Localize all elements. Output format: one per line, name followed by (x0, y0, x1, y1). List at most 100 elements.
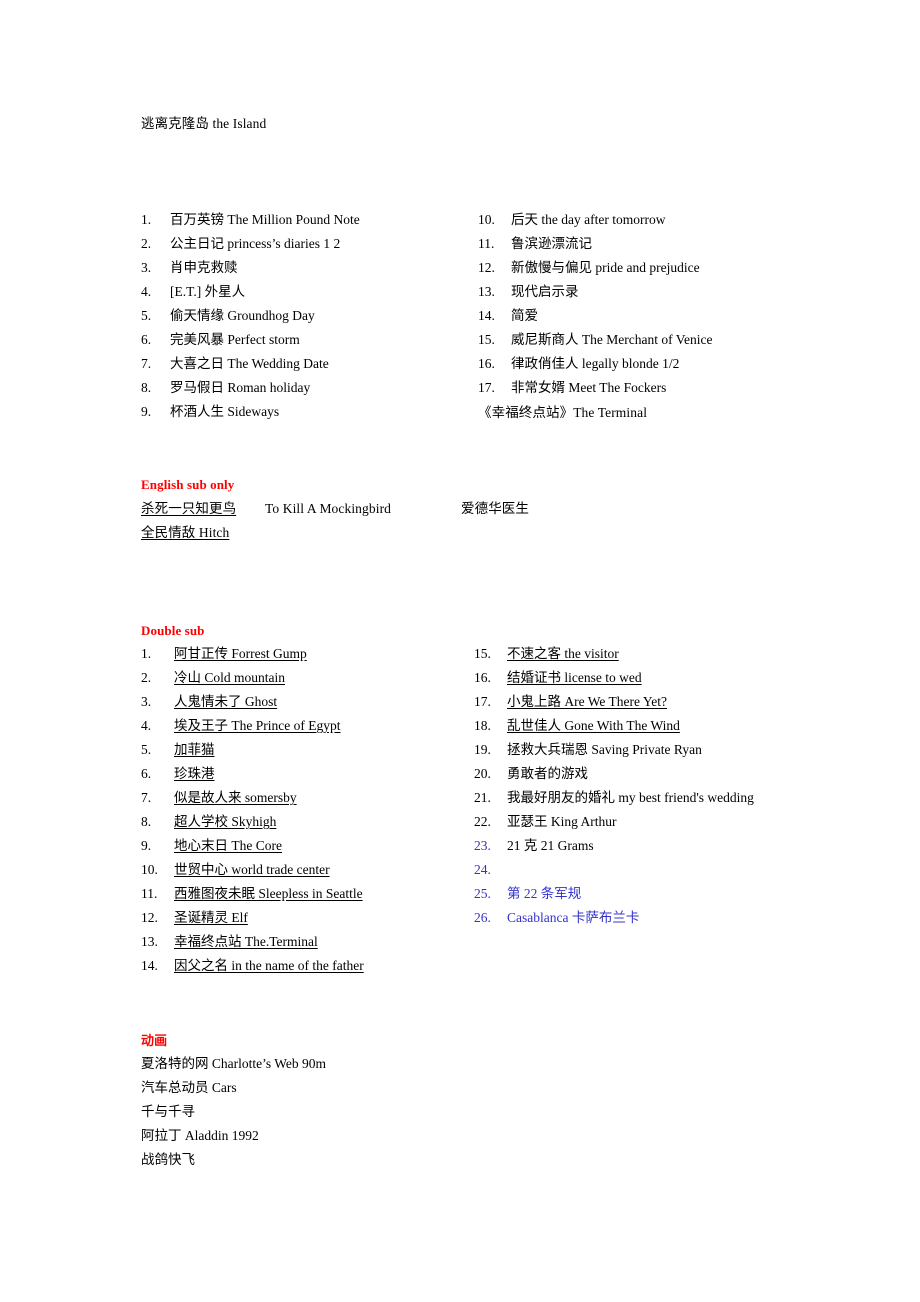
list-item-label: 百万英镑 The Million Pound Note (170, 212, 360, 227)
list-item-label: 第 22 条军规 (507, 886, 582, 901)
list-item: 1. 阿甘正传 Forrest Gump (141, 646, 307, 662)
english-sub-row1-title-extra: 爱德华医生 (461, 501, 529, 516)
animation-heading: 动画 (141, 1033, 168, 1048)
list-item: 17. 小鬼上路 Are We There Yet? (474, 694, 667, 710)
list-item: 6. 珍珠港 (141, 766, 215, 782)
list-item-number: 3. (141, 694, 152, 709)
list-item-number: 9. (141, 404, 152, 419)
list-item: 26. Casablanca 卡萨布兰卡 (474, 910, 639, 926)
list-item-number: 11. (141, 886, 158, 901)
list-item-number: 14. (141, 958, 158, 973)
list-item-number: 25. (474, 886, 491, 901)
list-item-label: 因父之名 in the name of the father (174, 958, 364, 973)
list-item-label: 埃及王子 The Prince of Egypt (174, 718, 341, 733)
list-item-label: 非常女婿 Meet The Fockers (511, 380, 667, 395)
list-item: 3. 肖申克救赎 (141, 260, 238, 276)
list-item-number: 18. (474, 718, 491, 733)
list-item-number: 6. (141, 766, 152, 781)
list-item: 23. 21 克 21 Grams (474, 838, 594, 854)
list-item-label: 阿甘正传 Forrest Gump (174, 646, 307, 661)
list-item: 14. 简爱 (478, 308, 538, 324)
list-item: 8. 罗马假日 Roman holiday (141, 380, 310, 396)
list-item: 5. 加菲猫 (141, 742, 215, 758)
list-item-label: 人鬼情未了 Ghost (174, 694, 278, 709)
list-item-label: 战鸽快飞 (141, 1152, 195, 1167)
list-item: 15. 威尼斯商人 The Merchant of Venice (478, 332, 712, 348)
list-item-label: 勇敢者的游戏 (507, 766, 588, 781)
list-item: 22. 亚瑟王 King Arthur (474, 814, 617, 830)
list-item: 夏洛特的网 Charlotte’s Web 90m (141, 1056, 326, 1072)
list-item-number: 15. (478, 332, 495, 347)
list-item-number: 1. (141, 212, 152, 227)
list-item-number: 12. (478, 260, 495, 275)
list-item: 4. 埃及王子 The Prince of Egypt (141, 718, 340, 734)
main-list-trailing-line: 《幸福终点站》The Terminal (478, 405, 648, 420)
list-item: 12. 圣诞精灵 Elf (141, 910, 248, 926)
list-item: 7. 大喜之日 The Wedding Date (141, 356, 329, 372)
english-sub-row1-title-en: To Kill A Mockingbird (265, 501, 392, 516)
list-item-label: 罗马假日 Roman holiday (170, 380, 311, 395)
list-item-number: 14. (478, 308, 495, 323)
list-item-number: 22. (474, 814, 491, 829)
list-item-number: 20. (474, 766, 491, 781)
list-item-number: 17. (478, 380, 495, 395)
list-item: 6. 完美风暴 Perfect storm (141, 332, 300, 348)
list-item: 汽车总动员 Cars (141, 1080, 237, 1096)
list-item-label: 圣诞精灵 Elf (174, 910, 248, 925)
list-item-label: 加菲猫 (174, 742, 215, 757)
english-sub-heading: English sub only (141, 477, 235, 492)
list-item-label: 似是故人来 somersby (174, 790, 297, 805)
list-item-number: 5. (141, 308, 152, 323)
list-item-label: 后天 the day after tomorrow (511, 212, 666, 227)
list-item-label: 公主日记 princess’s diaries 1 2 (170, 236, 341, 251)
list-item-label: 21 克 21 Grams (507, 838, 594, 853)
list-item-label: 鲁滨逊漂流记 (511, 236, 592, 251)
list-item-label: 新傲慢与偏见 pride and prejudice (511, 260, 700, 275)
list-item-number: 12. (141, 910, 158, 925)
list-item-number: 2. (141, 670, 152, 685)
list-item: 5. 偷天情缘 Groundhog Day (141, 308, 315, 324)
list-item-label: 现代启示录 (511, 284, 579, 299)
list-item-label: 肖申克救赎 (170, 260, 238, 275)
list-item-label: 地心末日 The Core (174, 838, 282, 853)
list-item: 8. 超人学校 Skyhigh (141, 814, 276, 830)
list-item-label: 阿拉丁 Aladdin 1992 (141, 1128, 259, 1143)
list-item: 2. 冷山 Cold mountain (141, 670, 285, 686)
double-sub-heading: Double sub (141, 623, 205, 638)
document-top-title: 逃离克隆岛 the Island (141, 116, 267, 131)
list-item-label: Casablanca 卡萨布兰卡 (507, 910, 640, 925)
list-item-number: 7. (141, 790, 152, 805)
list-item-number: 2. (141, 236, 152, 251)
list-item-number: 10. (141, 862, 158, 877)
list-item: 2. 公主日记 princess’s diaries 1 2 (141, 236, 340, 252)
list-item: 阿拉丁 Aladdin 1992 (141, 1128, 259, 1144)
list-item: 14. 因父之名 in the name of the father (141, 958, 364, 974)
english-sub-row1-title-cn: 杀死一只知更鸟 (141, 501, 237, 516)
list-item-label: 杯酒人生 Sideways (170, 404, 280, 419)
list-item-label: 珍珠港 (174, 766, 215, 781)
list-item: 1. 百万英镑 The Million Pound Note (141, 212, 360, 228)
list-item-number: 4. (141, 718, 152, 733)
list-item-number: 4. (141, 284, 152, 299)
list-item: 21. 我最好朋友的婚礼 my best friend's wedding (474, 790, 754, 806)
list-item: 19. 拯救大兵瑞恩 Saving Private Ryan (474, 742, 702, 758)
list-item: 7. 似是故人来 somersby (141, 790, 297, 806)
list-item: 10. 后天 the day after tomorrow (478, 212, 665, 228)
list-item-label: 乱世佳人 Gone With The Wind (507, 718, 680, 733)
list-item: 3. 人鬼情未了 Ghost (141, 694, 277, 710)
list-item-label: 结婚证书 license to wed (507, 670, 642, 685)
list-item-number: 7. (141, 356, 152, 371)
list-item-label: 简爱 (511, 308, 538, 323)
list-item-label: 亚瑟王 King Arthur (507, 814, 617, 829)
list-item: 4. [E.T.] 外星人 (141, 284, 245, 300)
list-item-number: 6. (141, 332, 152, 347)
list-item: 18. 乱世佳人 Gone With The Wind (474, 718, 680, 734)
list-item-number: 13. (141, 934, 158, 949)
list-item-label: 汽车总动员 Cars (141, 1080, 237, 1095)
list-item-label: 幸福终点站 The.Terminal (174, 934, 318, 949)
list-item-label: 不速之客 the visitor (507, 646, 619, 661)
list-item-label: 夏洛特的网 Charlotte’s Web 90m (141, 1056, 327, 1071)
list-item: 9. 地心末日 The Core (141, 838, 282, 854)
list-item: 25. 第 22 条军规 (474, 886, 581, 902)
list-item-label: 偷天情缘 Groundhog Day (170, 308, 315, 323)
